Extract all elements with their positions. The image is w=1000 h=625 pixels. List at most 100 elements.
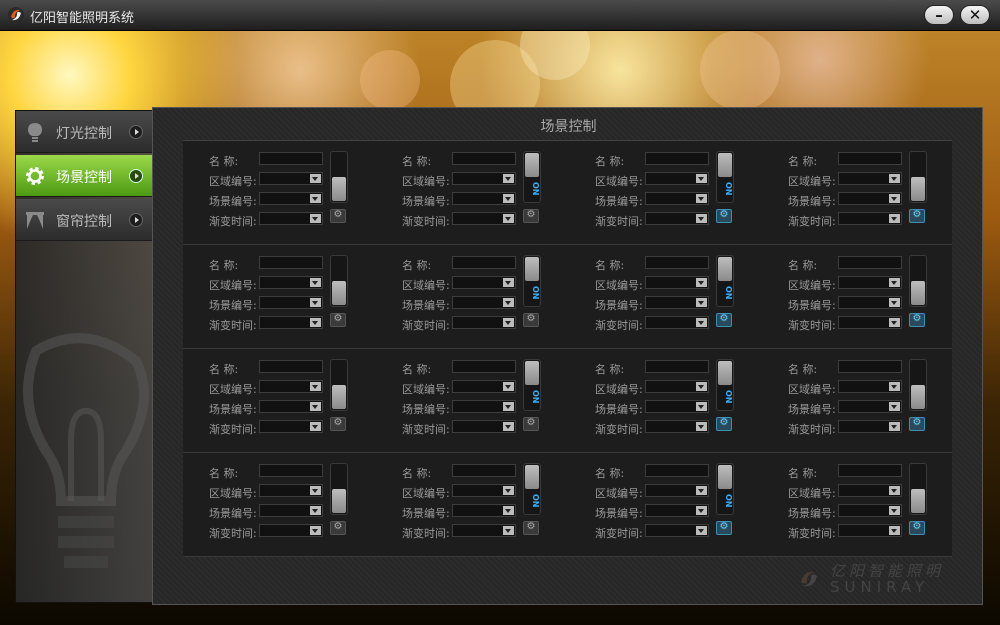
- scene-toggle-switch[interactable]: [330, 463, 348, 515]
- scene-number-select[interactable]: [645, 400, 709, 413]
- fade-time-select[interactable]: [259, 524, 323, 537]
- fade-time-select[interactable]: [259, 212, 323, 225]
- area-number-select[interactable]: [259, 172, 323, 185]
- fade-time-select[interactable]: [452, 420, 516, 433]
- scene-toggle-switch[interactable]: ON: [716, 151, 734, 203]
- scene-number-select[interactable]: [259, 504, 323, 517]
- fade-time-select[interactable]: [452, 212, 516, 225]
- scene-settings-button[interactable]: ⚙: [716, 209, 732, 223]
- scene-number-select[interactable]: [452, 504, 516, 517]
- fade-time-select[interactable]: [838, 316, 902, 329]
- scene-number-select[interactable]: [838, 400, 902, 413]
- scene-name-input[interactable]: [645, 152, 709, 165]
- scene-number-select[interactable]: [838, 296, 902, 309]
- scene-settings-button[interactable]: ⚙: [523, 209, 539, 223]
- area-number-select[interactable]: [259, 276, 323, 289]
- scene-settings-button[interactable]: ⚙: [909, 521, 925, 535]
- scene-number-select[interactable]: [259, 400, 323, 413]
- scene-toggle-switch[interactable]: [330, 151, 348, 203]
- scene-settings-button[interactable]: ⚙: [523, 417, 539, 431]
- scene-settings-button[interactable]: ⚙: [716, 313, 732, 327]
- scene-toggle-switch[interactable]: [909, 255, 927, 307]
- scene-settings-button[interactable]: ⚙: [330, 521, 346, 535]
- scene-toggle-switch[interactable]: ON: [716, 359, 734, 411]
- fade-time-select[interactable]: [645, 316, 709, 329]
- fade-time-select[interactable]: [645, 420, 709, 433]
- scene-name-input[interactable]: [838, 152, 902, 165]
- area-number-select[interactable]: [452, 380, 516, 393]
- scene-toggle-switch[interactable]: ON: [716, 255, 734, 307]
- area-number-select[interactable]: [645, 380, 709, 393]
- scene-settings-button[interactable]: ⚙: [523, 313, 539, 327]
- area-number-select[interactable]: [452, 484, 516, 497]
- scene-settings-button[interactable]: ⚙: [716, 521, 732, 535]
- scene-toggle-switch[interactable]: [909, 359, 927, 411]
- scene-number-select[interactable]: [645, 504, 709, 517]
- scene-toggle-switch[interactable]: ON: [523, 151, 541, 203]
- area-number-select[interactable]: [452, 276, 516, 289]
- scene-number-select[interactable]: [452, 192, 516, 205]
- scene-name-input[interactable]: [645, 256, 709, 269]
- area-number-select[interactable]: [452, 172, 516, 185]
- minimize-button[interactable]: –: [924, 5, 954, 25]
- scene-toggle-switch[interactable]: [909, 151, 927, 203]
- sidebar-item-curtain[interactable]: 窗帘控制: [16, 199, 152, 241]
- area-number-select[interactable]: [645, 484, 709, 497]
- scene-settings-button[interactable]: ⚙: [523, 521, 539, 535]
- fade-time-select[interactable]: [452, 316, 516, 329]
- sidebar-item-lighting[interactable]: 灯光控制: [16, 111, 152, 153]
- scene-name-input[interactable]: [838, 360, 902, 373]
- scene-number-select[interactable]: [259, 296, 323, 309]
- scene-toggle-switch[interactable]: ON: [523, 359, 541, 411]
- fade-time-select[interactable]: [838, 524, 902, 537]
- scene-number-select[interactable]: [259, 192, 323, 205]
- scene-name-input[interactable]: [838, 464, 902, 477]
- scene-name-input[interactable]: [259, 152, 323, 165]
- scene-settings-button[interactable]: ⚙: [716, 417, 732, 431]
- close-button[interactable]: ✕: [960, 5, 990, 25]
- scene-name-input[interactable]: [452, 256, 516, 269]
- scene-toggle-switch[interactable]: ON: [523, 255, 541, 307]
- scene-toggle-switch[interactable]: [330, 359, 348, 411]
- scene-name-input[interactable]: [452, 464, 516, 477]
- area-number-select[interactable]: [838, 172, 902, 185]
- scene-toggle-switch[interactable]: ON: [523, 463, 541, 515]
- fade-time-select[interactable]: [645, 212, 709, 225]
- scene-toggle-switch[interactable]: [330, 255, 348, 307]
- area-number-select[interactable]: [838, 484, 902, 497]
- scene-settings-button[interactable]: ⚙: [909, 209, 925, 223]
- scene-toggle-switch[interactable]: ON: [716, 463, 734, 515]
- fade-time-select[interactable]: [259, 316, 323, 329]
- scene-name-input[interactable]: [452, 360, 516, 373]
- scene-name-input[interactable]: [259, 464, 323, 477]
- scene-number-select[interactable]: [838, 504, 902, 517]
- area-number-select[interactable]: [259, 380, 323, 393]
- scene-name-input[interactable]: [259, 256, 323, 269]
- scene-number-select[interactable]: [838, 192, 902, 205]
- fade-time-select[interactable]: [645, 524, 709, 537]
- scene-settings-button[interactable]: ⚙: [909, 313, 925, 327]
- area-number-select[interactable]: [838, 276, 902, 289]
- area-number-select[interactable]: [259, 484, 323, 497]
- fade-time-select[interactable]: [452, 524, 516, 537]
- scene-settings-button[interactable]: ⚙: [330, 209, 346, 223]
- sidebar-item-scene[interactable]: 场景控制: [16, 155, 152, 197]
- scene-number-select[interactable]: [645, 192, 709, 205]
- area-number-select[interactable]: [645, 172, 709, 185]
- area-number-select[interactable]: [838, 380, 902, 393]
- scene-name-input[interactable]: [645, 464, 709, 477]
- scene-settings-button[interactable]: ⚙: [330, 417, 346, 431]
- scene-toggle-switch[interactable]: [909, 463, 927, 515]
- fade-time-select[interactable]: [838, 212, 902, 225]
- scene-name-input[interactable]: [259, 360, 323, 373]
- area-number-select[interactable]: [645, 276, 709, 289]
- fade-time-select[interactable]: [259, 420, 323, 433]
- scene-number-select[interactable]: [452, 400, 516, 413]
- scene-name-input[interactable]: [838, 256, 902, 269]
- scene-name-input[interactable]: [452, 152, 516, 165]
- scene-settings-button[interactable]: ⚙: [330, 313, 346, 327]
- scene-name-input[interactable]: [645, 360, 709, 373]
- scene-number-select[interactable]: [645, 296, 709, 309]
- scene-number-select[interactable]: [452, 296, 516, 309]
- scene-settings-button[interactable]: ⚙: [909, 417, 925, 431]
